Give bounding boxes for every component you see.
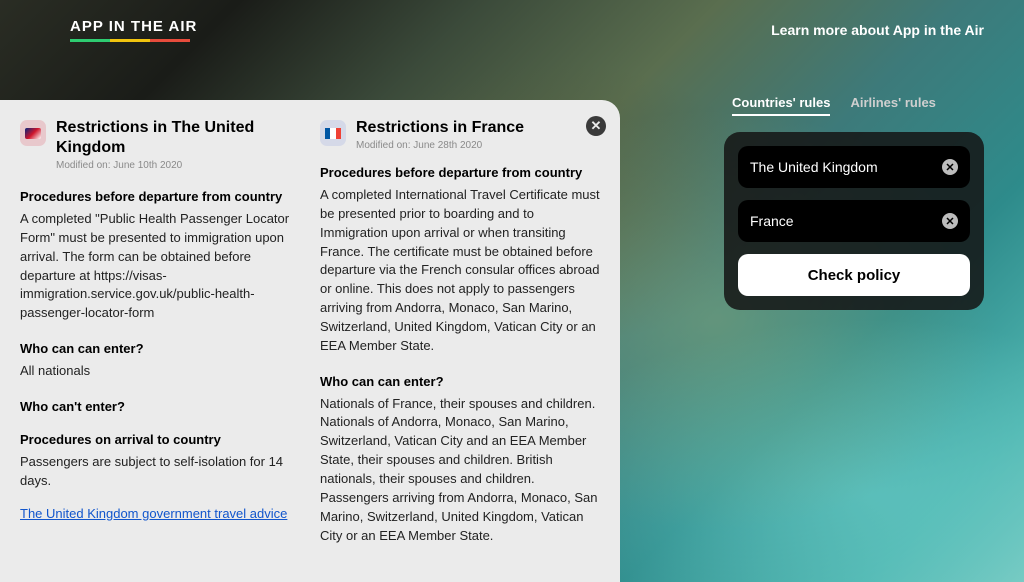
brand-logo-underline [70, 39, 190, 42]
section-heading: Procedures on arrival to country [20, 432, 302, 447]
policy-search-panel: Countries' rules Airlines' rules The Uni… [724, 95, 984, 310]
tab-countries-rules[interactable]: Countries' rules [732, 95, 830, 116]
section-body: A completed International Travel Certifi… [320, 186, 602, 356]
column-header: Restrictions in France Modified on: June… [320, 118, 602, 151]
restrictions-panel: ✕ Restrictions in The United Kingdom Mod… [0, 100, 620, 582]
restriction-column-fr: Restrictions in France Modified on: June… [320, 118, 612, 582]
origin-country-value: The United Kingdom [750, 159, 878, 175]
section-heading: Procedures before departure from country [320, 165, 602, 180]
section-heading: Who can can enter? [320, 374, 602, 389]
column-modified: Modified on: June 10th 2020 [56, 160, 302, 171]
origin-country-field[interactable]: The United Kingdom ✕ [738, 146, 970, 188]
destination-country-value: France [750, 213, 794, 229]
top-bar: APP IN THE AIR Learn more about App in t… [0, 0, 1024, 42]
restriction-column-uk: Restrictions in The United Kingdom Modif… [20, 118, 312, 582]
rules-tabs: Countries' rules Airlines' rules [732, 95, 984, 116]
section-body: All nationals [20, 362, 302, 381]
uk-flag-icon [20, 120, 46, 146]
clear-origin-icon[interactable]: ✕ [942, 159, 958, 175]
brand-logo-text: APP IN THE AIR [70, 18, 197, 35]
column-header: Restrictions in The United Kingdom Modif… [20, 118, 302, 171]
column-title: Restrictions in The United Kingdom [56, 118, 302, 158]
section-body: Passengers are subject to self-isolation… [20, 453, 302, 491]
column-title: Restrictions in France [356, 118, 524, 138]
tab-airlines-rules[interactable]: Airlines' rules [850, 95, 935, 116]
section-heading: Procedures before departure from country [20, 189, 302, 204]
section-heading: Who can can enter? [20, 341, 302, 356]
close-icon[interactable]: ✕ [586, 116, 606, 136]
section-body: Nationals of France, their spouses and c… [320, 395, 602, 546]
clear-destination-icon[interactable]: ✕ [942, 213, 958, 229]
section-body: A completed "Public Health Passenger Loc… [20, 210, 302, 323]
policy-card: The United Kingdom ✕ France ✕ Check poli… [724, 132, 984, 310]
column-modified: Modified on: June 28th 2020 [356, 140, 524, 151]
section-heading: Who can't enter? [20, 399, 302, 414]
brand-logo[interactable]: APP IN THE AIR [70, 18, 197, 42]
destination-country-field[interactable]: France ✕ [738, 200, 970, 242]
learn-more-link[interactable]: Learn more about App in the Air [771, 22, 984, 38]
gov-travel-advice-link[interactable]: The United Kingdom government travel adv… [20, 506, 287, 521]
fr-flag-icon [320, 120, 346, 146]
check-policy-button[interactable]: Check policy [738, 254, 970, 296]
